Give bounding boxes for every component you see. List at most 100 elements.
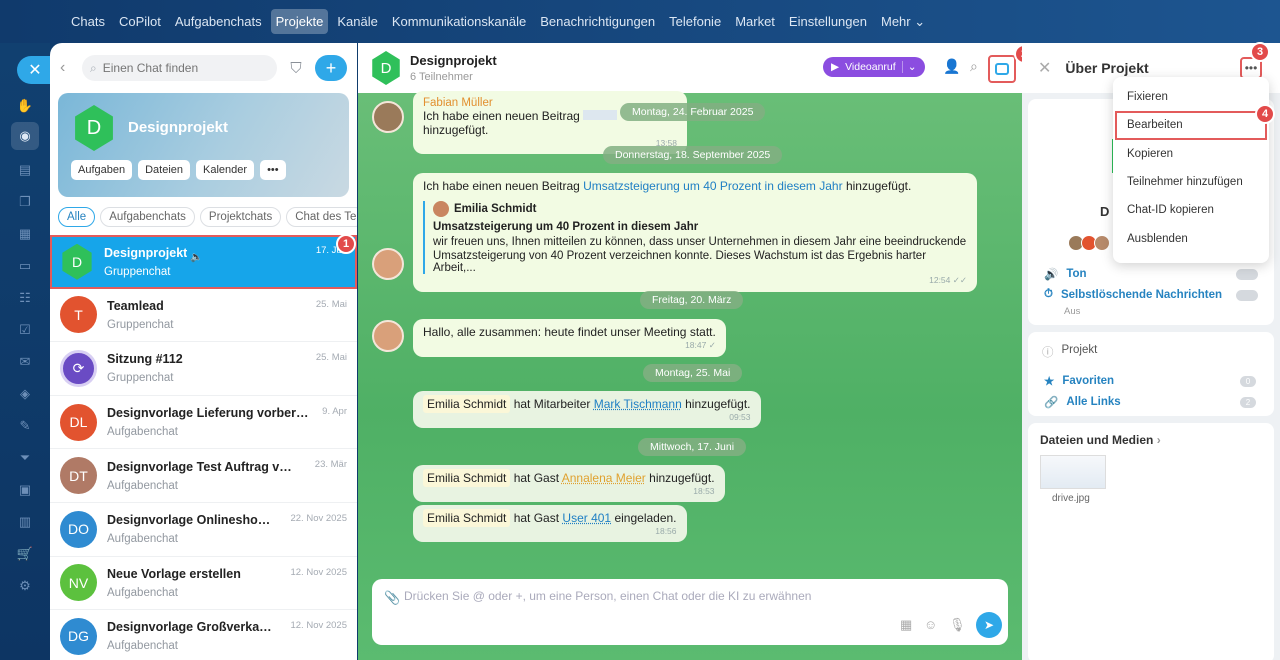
nav-einstellungen[interactable]: Einstellungen bbox=[784, 9, 872, 34]
search-icon[interactable]: ⌕ bbox=[970, 58, 978, 75]
chat-header-title[interactable]: Designprojekt bbox=[410, 53, 497, 68]
chat-item-sitzung[interactable]: ⟳ Sitzung #112 Gruppenchat 25. Mai bbox=[50, 342, 357, 396]
nav-mehr[interactable]: Mehr ⌄ bbox=[876, 9, 930, 35]
video-call-button[interactable]: ▶ Videoanruf ⌄ bbox=[823, 57, 925, 77]
files-button[interactable]: Dateien bbox=[138, 160, 191, 180]
user-link[interactable]: Mark Tischmann bbox=[594, 397, 682, 411]
filter-project-chats[interactable]: Projektchats bbox=[199, 207, 282, 227]
chat-app-icon[interactable]: ◉ bbox=[11, 122, 39, 150]
user-name-tag[interactable]: Emilia Schmidt bbox=[423, 469, 511, 487]
menu-copy-chat-id[interactable]: Chat-ID kopieren bbox=[1113, 196, 1269, 224]
calendar-icon[interactable]: ▦ bbox=[15, 224, 35, 244]
nav-copilot[interactable]: CoPilot bbox=[114, 9, 166, 34]
automation-icon[interactable]: ⚙ bbox=[15, 576, 35, 596]
filter-all[interactable]: Alle bbox=[58, 207, 96, 227]
tasks-button[interactable]: Aufgaben bbox=[71, 160, 133, 180]
filter-icon[interactable]: ⛉ bbox=[285, 60, 307, 77]
sign-icon[interactable]: ✎ bbox=[15, 416, 35, 436]
search-box[interactable]: ⌕ bbox=[82, 55, 277, 81]
sound-toggle[interactable] bbox=[1236, 269, 1258, 280]
file-thumbnail[interactable] bbox=[1040, 455, 1106, 489]
menu-edit[interactable]: Bearbeiten bbox=[1115, 111, 1267, 140]
contacts-icon[interactable]: ☷ bbox=[15, 288, 35, 308]
sound-setting[interactable]: 🔊 Ton bbox=[1044, 267, 1087, 281]
send-button[interactable]: ➤ bbox=[976, 612, 1002, 638]
chat-area: D Designprojekt 6 Teilnehmer ▶ Videoanru… bbox=[358, 43, 1022, 660]
toggle-panel-button[interactable] bbox=[988, 55, 1016, 83]
crm-icon[interactable]: ◈ bbox=[15, 384, 35, 404]
favorites-row[interactable]: ★ Favoriten bbox=[1044, 374, 1114, 388]
user-link[interactable]: Annalena Meier bbox=[562, 471, 646, 485]
add-user-icon[interactable]: 👤 bbox=[943, 58, 960, 75]
nav-aufgabenchats[interactable]: Aufgabenchats bbox=[170, 9, 267, 34]
document-icon[interactable]: ▤ bbox=[15, 160, 35, 180]
menu-hide[interactable]: Ausblenden bbox=[1113, 224, 1269, 252]
menu-pin[interactable]: Fixieren bbox=[1113, 83, 1269, 111]
filter-team-chat[interactable]: Chat des Te bbox=[286, 207, 357, 227]
chat-item-nv[interactable]: NV Neue Vorlage erstellen Aufgabenchat 12… bbox=[50, 557, 357, 611]
calendar-button[interactable]: Kalender bbox=[196, 160, 255, 180]
nav-telefonie[interactable]: Telefonie bbox=[664, 9, 726, 34]
chevron-down-icon[interactable]: ⌄ bbox=[901, 61, 917, 73]
store-icon[interactable]: ▥ bbox=[15, 512, 35, 532]
search-input[interactable] bbox=[102, 61, 263, 75]
chat-item-designprojekt[interactable]: D Designprojekt 🔈 Gruppenchat 17. Jun bbox=[50, 235, 357, 289]
self-delete-setting[interactable]: ⏱ Selbstlöschende Nachrichten bbox=[1044, 288, 1222, 301]
close-icon[interactable]: ✕ bbox=[17, 56, 53, 84]
hand-icon[interactable]: ✋ bbox=[15, 96, 35, 116]
copy-icon[interactable]: ❐ bbox=[15, 192, 35, 212]
project-name-partial: D bbox=[1100, 204, 1110, 219]
file-name[interactable]: drive.jpg bbox=[1052, 493, 1090, 504]
chat-date: 12. Nov 2025 bbox=[290, 566, 347, 578]
post-link[interactable]: Umsatzsteigerung um 40 Prozent in diesem… bbox=[583, 179, 842, 193]
links-row[interactable]: 🔗 Alle Links bbox=[1044, 395, 1121, 409]
attach-icon[interactable]: 📎 bbox=[384, 590, 400, 606]
user-name-tag[interactable]: Emilia Schmidt bbox=[423, 509, 511, 527]
message-time: 18:53 bbox=[693, 486, 715, 496]
nav-benachrichtigungen[interactable]: Benachrichtigungen bbox=[535, 9, 660, 34]
nav-chats[interactable]: Chats bbox=[66, 9, 110, 34]
mail-icon[interactable]: ✉ bbox=[15, 352, 35, 372]
chat-item-dt[interactable]: DT Designvorlage Test Auftrag vorbe... Au… bbox=[50, 449, 357, 503]
menu-add-participants[interactable]: Teilnehmer hinzufügen bbox=[1113, 168, 1269, 196]
cart-icon[interactable]: 🛒 bbox=[15, 544, 35, 564]
message-bubble[interactable]: Fabian Müller Ich habe einen neuen Beitr… bbox=[413, 91, 687, 154]
chat-header-subtitle[interactable]: 6 Teilnehmer bbox=[410, 71, 497, 83]
user-link[interactable]: User 401 bbox=[562, 511, 611, 525]
microphone-icon[interactable]: 🎙 bbox=[949, 617, 966, 633]
chat-item-teamlead[interactable]: T Teamlead Gruppenchat 25. Mai bbox=[50, 289, 357, 343]
sites-icon[interactable]: ▣ bbox=[15, 480, 35, 500]
tasks-icon[interactable]: ☑ bbox=[15, 320, 35, 340]
user-avatar[interactable] bbox=[372, 248, 404, 280]
member-avatars[interactable] bbox=[1068, 235, 1110, 251]
emoji-icon[interactable]: ☺ bbox=[924, 617, 937, 632]
close-icon[interactable]: ✕ bbox=[1038, 58, 1051, 78]
quoted-post[interactable]: Emilia Schmidt Umsatzsteigerung um 40 Pr… bbox=[423, 201, 967, 274]
drive-icon[interactable]: ▭ bbox=[15, 256, 35, 276]
nav-projekte[interactable]: Projekte bbox=[270, 9, 329, 34]
message-bubble[interactable]: Ich habe einen neuen Beitrag Umsatzsteig… bbox=[413, 173, 977, 292]
message-bubble[interactable]: Hallo, alle zusammen: heute findet unser… bbox=[413, 319, 726, 357]
user-avatar[interactable] bbox=[372, 320, 404, 352]
filter-task-chats[interactable]: Aufgabenchats bbox=[100, 207, 195, 227]
step-badge-4: 4 bbox=[1255, 104, 1275, 124]
nav-kommunikationskanaele[interactable]: Kommunikationskanäle bbox=[387, 9, 531, 34]
user-name-tag[interactable]: Emilia Schmidt bbox=[423, 395, 511, 413]
nav-market[interactable]: Market bbox=[730, 9, 780, 34]
self-delete-toggle[interactable] bbox=[1236, 290, 1258, 301]
funnel-icon[interactable]: ⏷ bbox=[15, 448, 35, 468]
links-label: Alle Links bbox=[1066, 396, 1121, 408]
menu-copy[interactable]: Kopieren bbox=[1113, 140, 1269, 168]
user-avatar[interactable] bbox=[372, 101, 404, 133]
new-chat-button[interactable]: + bbox=[315, 55, 347, 81]
apps-icon[interactable]: ▦ bbox=[900, 617, 912, 633]
top-nav: Chats CoPilot Aufgabenchats Projekte Kan… bbox=[66, 9, 930, 35]
message-input[interactable] bbox=[404, 589, 964, 603]
files-title[interactable]: Dateien und Medien › bbox=[1040, 433, 1161, 447]
nav-kanaele[interactable]: Kanäle bbox=[332, 9, 382, 34]
chat-item-dl[interactable]: DL Designvorlage Lieferung vorbereiten Au… bbox=[50, 396, 357, 450]
back-icon[interactable]: ‹ bbox=[60, 59, 74, 77]
chat-item-do[interactable]: DO Designvorlage Onlineshopbe... Aufgaben… bbox=[50, 503, 357, 557]
chat-item-dg[interactable]: DG Designvorlage Großverkauf v... Aufgabe… bbox=[50, 610, 357, 660]
more-button[interactable]: ••• bbox=[260, 160, 286, 180]
